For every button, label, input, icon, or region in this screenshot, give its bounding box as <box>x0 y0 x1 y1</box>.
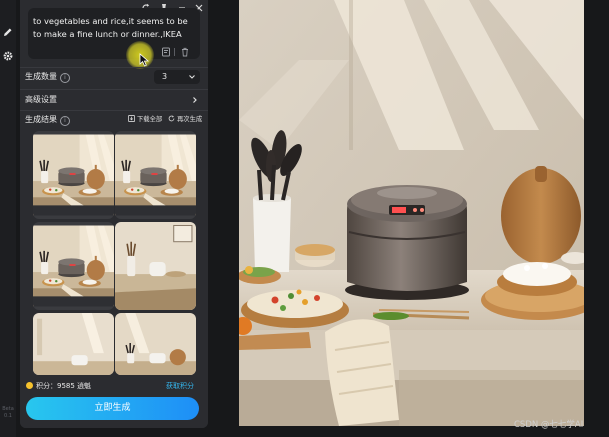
coin-icon <box>26 382 33 389</box>
panel-footer: 积分：9585 逍魁 获取积分 立即生成 <box>20 375 208 428</box>
quantity-row: 生成数量 i 3 <box>20 67 208 87</box>
quantity-select[interactable]: 3 <box>154 70 200 84</box>
generate-button[interactable]: 立即生成 <box>26 397 199 420</box>
get-points-link[interactable]: 获取积分 <box>166 381 194 391</box>
edit-icon[interactable] <box>3 27 13 37</box>
download-icon <box>128 115 135 122</box>
chevron-down-icon <box>189 75 195 79</box>
result-image <box>33 225 114 307</box>
result-thumbnail[interactable] <box>33 131 114 219</box>
watermark: CSDN @七七学AI <box>514 420 584 430</box>
preview-image <box>239 0 584 426</box>
mouse-cursor-icon <box>139 53 150 67</box>
points-label: 积分： <box>36 382 57 390</box>
results-header: 生成结果 i 下载全部 再次生成 <box>20 113 208 127</box>
results-label: 生成结果 <box>25 115 57 124</box>
chevron-right-icon <box>193 97 197 103</box>
info-icon: i <box>60 116 70 126</box>
advanced-settings-label: 高级设置 <box>25 95 57 104</box>
download-all-button[interactable]: 下载全部 <box>128 113 162 127</box>
quantity-label: 生成数量 <box>25 72 57 81</box>
rice-cooker-scene <box>239 0 584 426</box>
prompt-library-icon[interactable] <box>161 47 171 57</box>
points-value: 9585 <box>57 382 75 390</box>
version-label: Beta 0.1 <box>2 406 14 419</box>
quantity-label-wrap: 生成数量 i <box>25 67 70 87</box>
result-image <box>33 313 114 375</box>
settings-icon[interactable] <box>3 51 13 61</box>
result-thumbnail[interactable] <box>115 313 196 375</box>
prompt-button-divider <box>174 48 175 56</box>
regenerate-label: 再次生成 <box>177 116 203 123</box>
prompt-text[interactable]: to vegetables and rice,it seems to be to… <box>33 15 193 41</box>
result-image <box>115 134 196 216</box>
result-thumbnail[interactable] <box>115 131 196 219</box>
result-image <box>33 134 114 216</box>
quantity-value: 3 <box>162 72 168 81</box>
result-thumbnail[interactable] <box>115 222 196 310</box>
prompt-textarea[interactable]: to vegetables and rice,it seems to be to… <box>28 8 200 59</box>
info-icon: i <box>60 73 70 83</box>
result-thumbnail[interactable] <box>33 313 114 375</box>
points-suffix: 逍魁 <box>77 382 92 390</box>
left-rail: Beta 0.1 <box>0 0 16 437</box>
delete-icon[interactable] <box>180 47 190 57</box>
advanced-settings-row[interactable]: 高级设置 <box>20 90 208 110</box>
result-image <box>115 222 196 310</box>
divider <box>20 110 208 111</box>
regenerate-button[interactable]: 再次生成 <box>168 113 202 127</box>
regenerate-icon <box>168 115 175 122</box>
result-thumbnail[interactable] <box>33 222 114 310</box>
generator-panel: to vegetables and rice,it seems to be to… <box>20 0 208 428</box>
download-all-label: 下载全部 <box>137 116 163 123</box>
result-image <box>115 313 196 375</box>
results-label-wrap: 生成结果 i <box>25 113 70 127</box>
points-display: 积分：9585 逍魁 <box>26 381 91 391</box>
